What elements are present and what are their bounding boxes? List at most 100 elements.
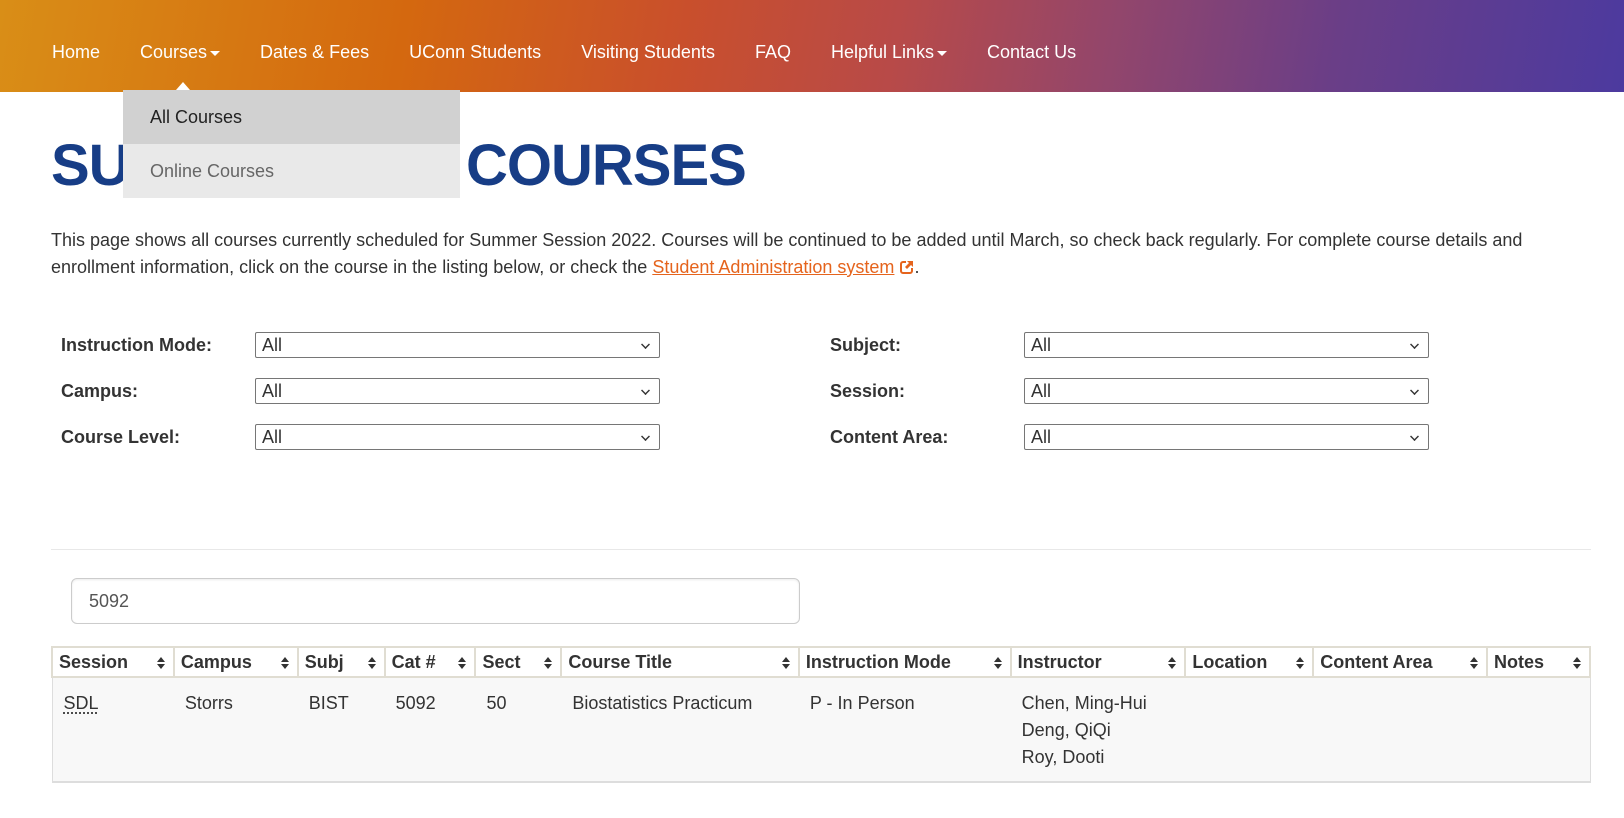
nav-item-courses[interactable]: Courses xyxy=(140,42,221,63)
column-header-content-area[interactable]: Content Area xyxy=(1312,646,1489,678)
nav-label: Courses xyxy=(140,42,208,62)
sort-icon xyxy=(458,657,467,669)
column-label: Cat # xyxy=(391,651,436,672)
column-header-cat[interactable]: Cat # xyxy=(383,646,477,678)
filter-content-area: Content Area: All xyxy=(830,424,1429,450)
page-title-left: SU xyxy=(51,133,131,198)
nav-item-visiting-students[interactable]: Visiting Students xyxy=(581,42,715,63)
filter-label: Content Area: xyxy=(830,426,949,447)
sort-icon xyxy=(993,657,1002,669)
column-label: Instruction Mode xyxy=(805,651,951,672)
column-header-instruction-mode[interactable]: Instruction Mode xyxy=(797,646,1012,678)
select-value: All xyxy=(262,427,283,447)
filter-label: Course Level: xyxy=(61,426,181,447)
sort-icon xyxy=(156,657,165,669)
dropdown-pointer-arrow xyxy=(176,82,190,90)
caret-down-icon xyxy=(210,51,221,56)
column-header-campus[interactable]: Campus xyxy=(172,646,299,678)
sort-icon xyxy=(1470,657,1479,669)
select-value: All xyxy=(1031,427,1052,447)
nav-label: Helpful Links xyxy=(830,42,935,62)
session-select[interactable]: All xyxy=(1024,378,1429,404)
courses-table: Session Campus Subj Cat # Sect Course Ti… xyxy=(51,646,1591,783)
column-label: Location xyxy=(1192,651,1268,672)
nav-label: FAQ xyxy=(754,42,791,62)
dropdown-item-online-courses[interactable]: Online Courses xyxy=(123,144,460,198)
column-header-session[interactable]: Session xyxy=(51,646,175,678)
column-header-notes[interactable]: Notes xyxy=(1486,646,1591,678)
chevron-down-icon xyxy=(1410,432,1419,441)
sort-icon xyxy=(280,657,289,669)
instructor-name: Roy, Dooti xyxy=(1021,747,1105,767)
top-navigation-bar: Home Courses Dates & Fees UConn Students… xyxy=(0,0,1624,92)
nav-item-contact-us[interactable]: Contact Us xyxy=(987,42,1076,63)
select-value: All xyxy=(262,381,283,401)
student-administration-link[interactable]: Student Administration system xyxy=(652,257,894,277)
filter-label: Subject: xyxy=(830,334,902,355)
nav-label: Dates & Fees xyxy=(260,42,370,62)
select-value: All xyxy=(1031,381,1052,401)
session-abbreviation[interactable]: SDL xyxy=(64,693,99,713)
cell-subj: BIST xyxy=(297,676,385,782)
cell-content-area xyxy=(1313,676,1488,782)
external-link-icon xyxy=(900,260,915,274)
nav-label: Visiting Students xyxy=(581,42,715,62)
select-value: All xyxy=(1031,335,1052,355)
filter-label: Instruction Mode: xyxy=(61,334,212,355)
table-header-row: Session Campus Subj Cat # Sect Course Ti… xyxy=(51,646,1591,678)
nav-item-faq[interactable]: FAQ xyxy=(755,42,791,63)
search-input[interactable]: 5092 xyxy=(71,578,800,624)
course-level-select[interactable]: All xyxy=(255,424,660,450)
filter-course-level: Course Level: All xyxy=(61,424,660,450)
column-label: Campus xyxy=(180,651,252,672)
chevron-down-icon xyxy=(1410,386,1419,395)
cell-course-title: Biostatistics Practicum xyxy=(561,676,799,782)
column-header-subj[interactable]: Subj xyxy=(296,646,386,678)
select-value: All xyxy=(262,335,283,355)
column-label: Content Area xyxy=(1320,651,1433,672)
filter-label: Session: xyxy=(830,380,906,401)
nav-label: Home xyxy=(52,42,101,62)
nav-item-helpful-links[interactable]: Helpful Links xyxy=(830,42,948,63)
nav-item-home[interactable]: Home xyxy=(52,42,100,63)
nav-label: UConn Students xyxy=(409,42,542,62)
cell-session: SDL xyxy=(52,676,174,782)
column-header-sect[interactable]: Sect xyxy=(474,646,563,678)
campus-select[interactable]: All xyxy=(255,378,660,404)
table-row[interactable]: SDL Storrs BIST 5092 50 Biostatistics Pr… xyxy=(52,676,1590,782)
courses-dropdown-menu: All Courses Online Courses xyxy=(123,90,460,198)
instruction-mode-select[interactable]: All xyxy=(255,332,660,358)
content-area-select[interactable]: All xyxy=(1024,424,1429,450)
instructor-name: Deng, QiQi xyxy=(1021,720,1111,740)
page-title: SU COURSES xyxy=(51,132,747,199)
cell-notes xyxy=(1487,676,1590,782)
sort-icon xyxy=(1573,657,1581,669)
column-label: Sect xyxy=(482,651,521,672)
column-label: Course Title xyxy=(568,651,673,672)
sort-icon xyxy=(367,657,376,669)
instructor-name: Chen, Ming-Hui xyxy=(1021,693,1147,713)
column-header-instructor[interactable]: Instructor xyxy=(1009,646,1187,678)
nav-item-uconn-students[interactable]: UConn Students xyxy=(409,42,541,63)
cell-instructor: Chen, Ming-Hui Deng, QiQi Roy, Dooti xyxy=(1010,676,1186,782)
cell-location xyxy=(1185,676,1314,782)
cell-instruction-mode: P - In Person xyxy=(798,676,1011,782)
column-header-location[interactable]: Location xyxy=(1184,646,1315,678)
filter-session: Session: All xyxy=(830,378,1429,404)
column-label: Session xyxy=(59,651,129,672)
column-label: Subj xyxy=(304,651,344,672)
page-title-right: COURSES xyxy=(466,133,747,198)
cell-cat: 5092 xyxy=(384,676,476,782)
sort-icon xyxy=(781,657,790,669)
nav-label: Contact Us xyxy=(987,42,1077,62)
subject-select[interactable]: All xyxy=(1024,332,1429,358)
search-value: 5092 xyxy=(89,591,130,611)
filter-subject: Subject: All xyxy=(830,332,1429,358)
dropdown-item-all-courses[interactable]: All Courses xyxy=(123,90,460,144)
nav-item-dates-fees[interactable]: Dates & Fees xyxy=(260,42,369,63)
filter-label: Campus: xyxy=(61,380,139,401)
sort-icon xyxy=(544,657,553,669)
caret-down-icon xyxy=(937,51,948,56)
filter-instruction-mode: Instruction Mode: All xyxy=(61,332,660,358)
column-header-course-title[interactable]: Course Title xyxy=(560,646,800,678)
